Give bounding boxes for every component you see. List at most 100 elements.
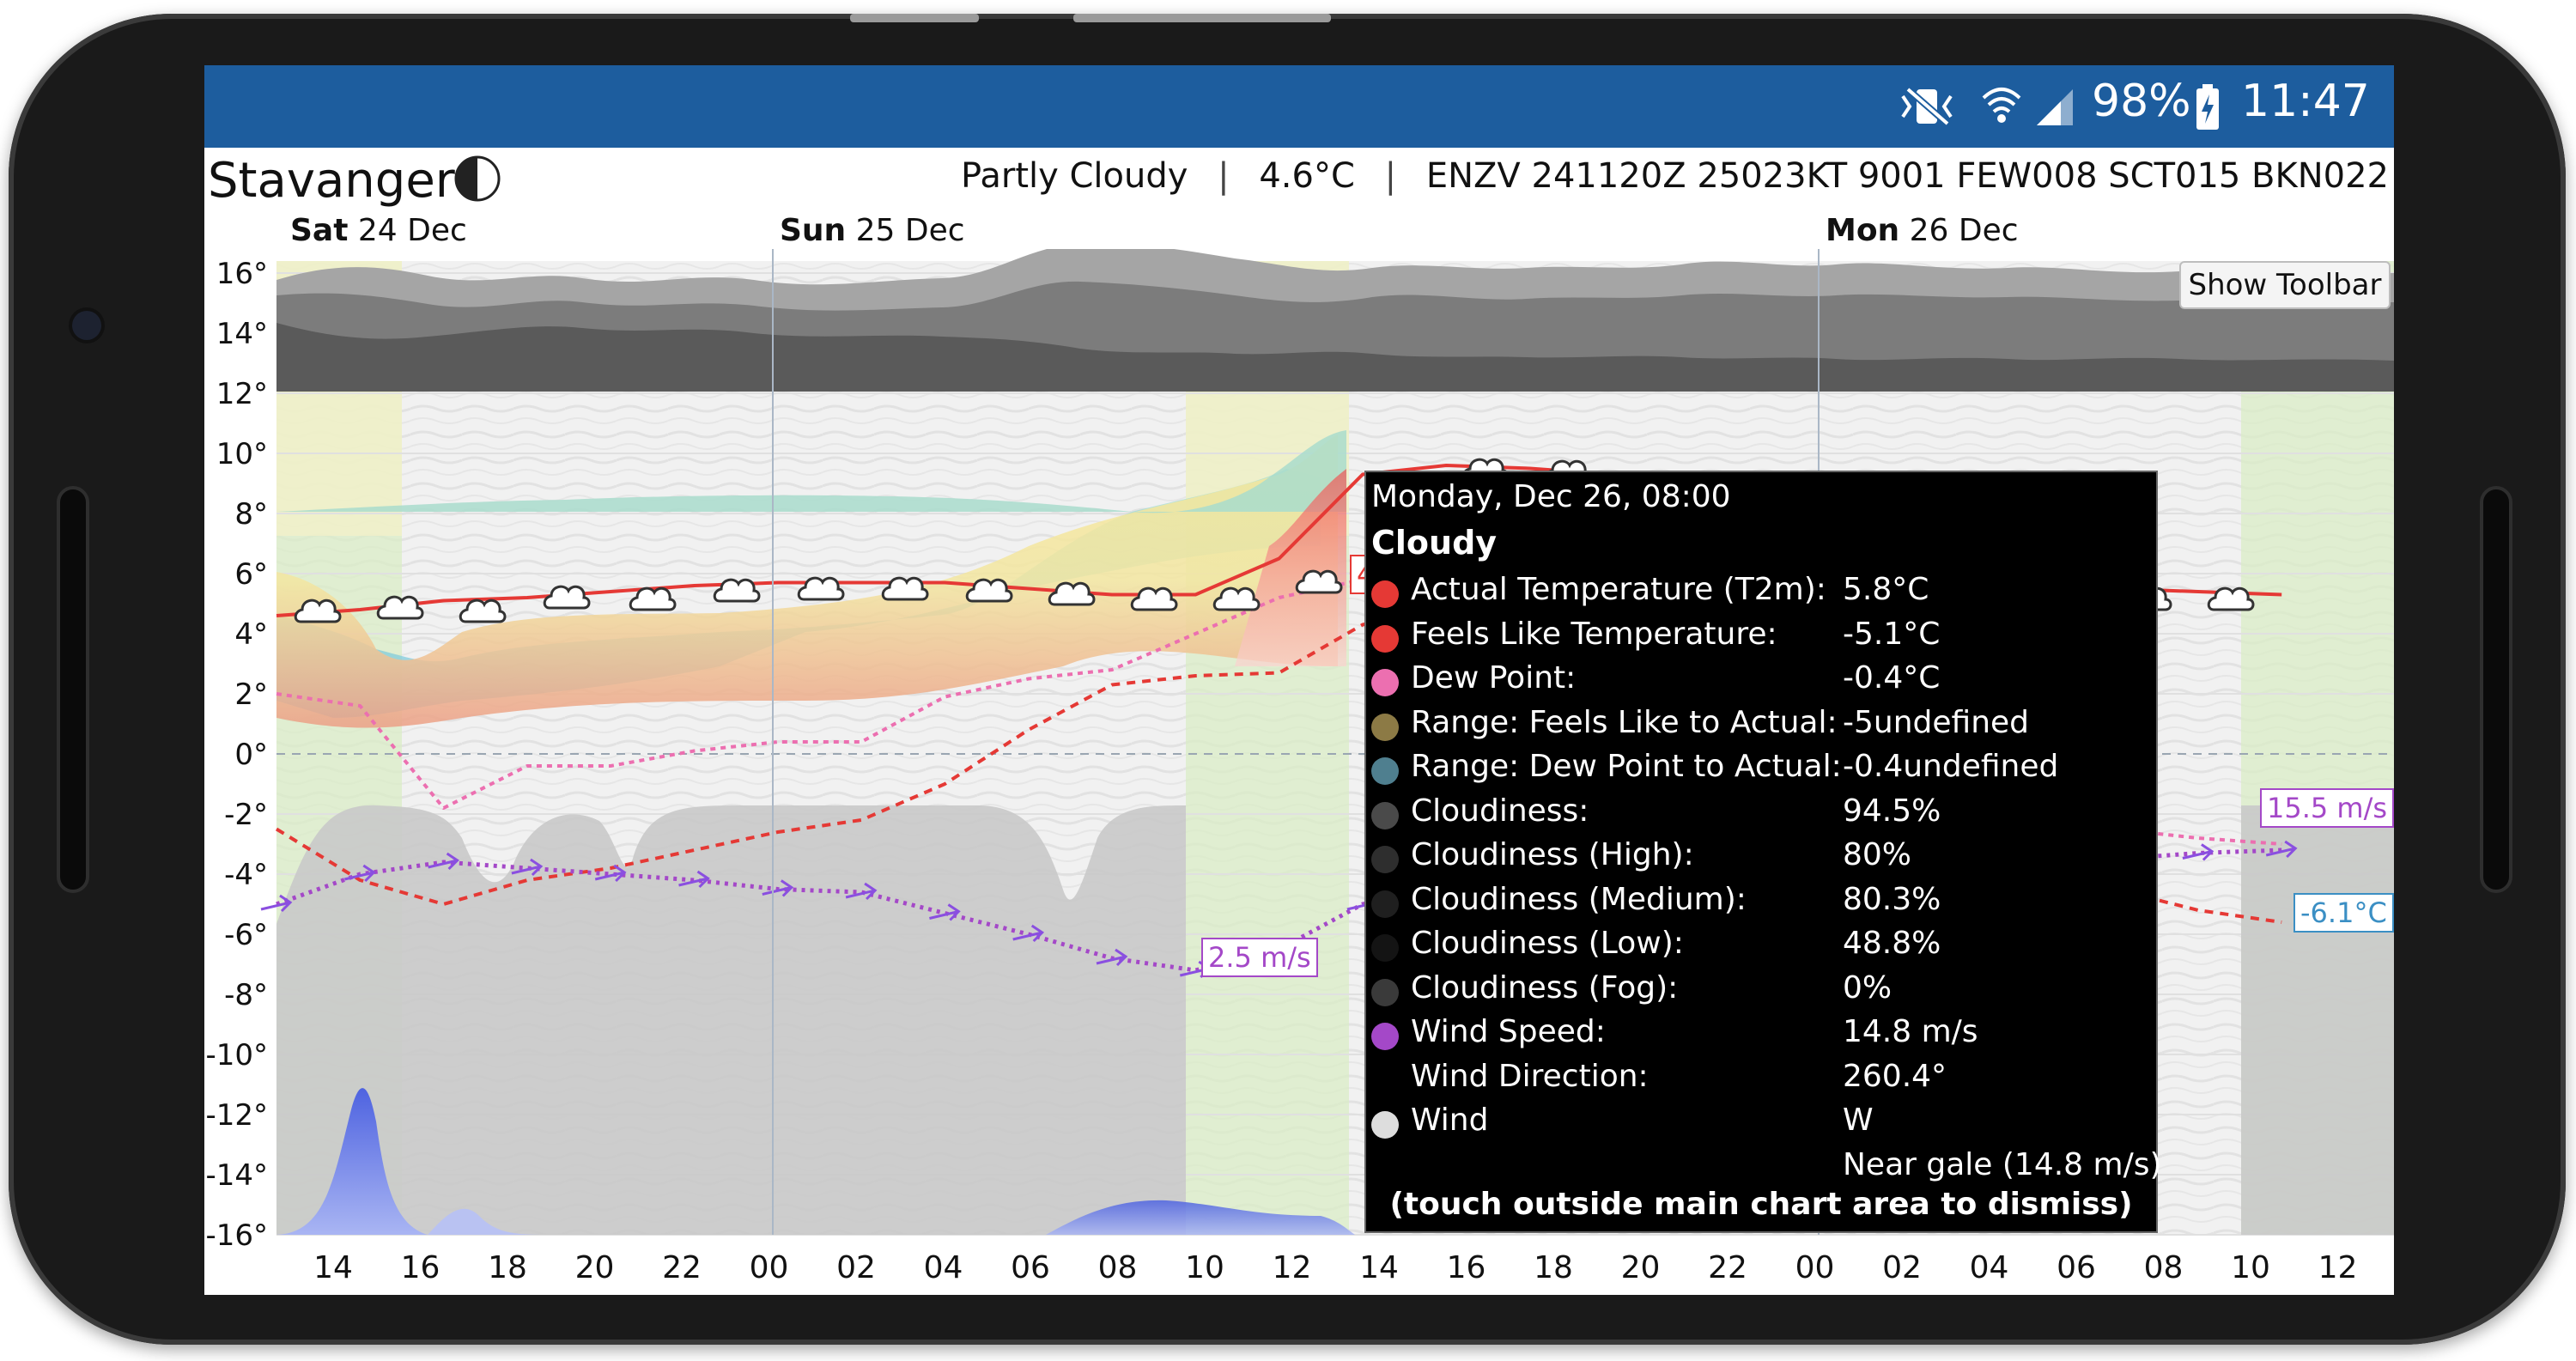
x-tick-label: 10 (1185, 1250, 1224, 1285)
wind-speed-callout: 15.5 m/s (2260, 788, 2394, 828)
y-axis: 16° 14° 12° 10° 8° 6° 4° 2° 0° -2° -4° -6° -8° -10° -1… (205, 257, 268, 1253)
legend-dot-icon (1371, 846, 1399, 873)
signal-icon (2037, 89, 2073, 125)
x-tick-label: 08 (1098, 1250, 1138, 1285)
tooltip-condition: Cloudy (1371, 524, 1498, 562)
vibrate-mute-icon (1901, 86, 1953, 127)
tooltip-value: 48.8% (1843, 926, 1941, 961)
tooltip-label: Wind (1411, 1103, 1489, 1138)
x-tick-label: 12 (2318, 1250, 2358, 1285)
x-tick-label: 06 (1011, 1250, 1050, 1285)
x-tick-label: 18 (488, 1250, 527, 1285)
tooltip-label: Cloudiness (High): (1411, 837, 1694, 872)
show-toolbar-button[interactable]: Show Toolbar (2179, 261, 2391, 309)
x-tick-label: 06 (2057, 1250, 2096, 1285)
y-tick-label: 12° (216, 377, 268, 411)
x-tick-label: 18 (1534, 1250, 1573, 1285)
x-tick-label: 00 (750, 1250, 789, 1285)
tooltip-label: Cloudiness: (1411, 793, 1589, 829)
tooltip-row: Near gale (14.8 m/s) (1371, 1147, 2162, 1192)
y-tick-label: 2° (234, 677, 268, 712)
right-speaker-slot (2480, 486, 2512, 893)
tooltip-title: Monday, Dec 26, 08:00 (1371, 479, 1731, 514)
fog-band-right (2241, 805, 2394, 1235)
tooltip-label: Cloudiness (Medium): (1411, 881, 1747, 917)
app-screen: 98% 11:47 Stavanger Partly Cloudy | 4.6°… (204, 65, 2394, 1295)
legend-dot-icon (1371, 580, 1399, 608)
tooltip-label: Dew Point: (1411, 660, 1577, 696)
moon-phase-icon (454, 155, 501, 202)
tooltip-row: Cloudiness (High): 80% (1371, 837, 2144, 882)
tooltip-value: Near gale (14.8 m/s) (1843, 1146, 2162, 1182)
y-tick-label: -16° (205, 1218, 268, 1253)
tooltip-row: Wind Direction: 260.4° (1371, 1059, 2144, 1103)
y-tick-label: 10° (216, 437, 268, 471)
tooltip-label: Cloudiness (Fog): (1411, 969, 1679, 1006)
tooltip-row: Wind Speed: 14.8 m/s (1371, 1014, 2144, 1059)
x-tick-label: 22 (662, 1250, 702, 1285)
x-tick-label: 12 (1273, 1250, 1312, 1285)
y-tick-label: -14° (205, 1158, 268, 1193)
y-tick-label: 16° (216, 257, 268, 291)
metar-text: ENZV 241120Z 25023KT 9001 FEW008 SCT015 … (1425, 156, 2389, 196)
legend-dot-icon (1371, 890, 1399, 918)
tooltip-row: Feels Like Temperature: -5.1°C (1371, 617, 2144, 661)
tooltip-value: 14.8 m/s (1843, 1014, 1978, 1049)
phone-top-button (850, 14, 979, 22)
x-tick-label: 00 (1795, 1250, 1835, 1285)
x-tick-label: 02 (836, 1250, 876, 1285)
x-tick-label: 20 (1621, 1250, 1661, 1285)
x-axis: 14 16 18 20 22 00 02 04 06 08 10 12 14 16 18 20 22 00 02 04… (313, 1250, 2357, 1285)
wifi-icon (1982, 88, 2021, 123)
forecast-header: Stavanger Partly Cloudy | 4.6°C | ENZV 2… (204, 148, 2394, 209)
y-tick-label: -12° (205, 1098, 268, 1133)
y-tick-label: -8° (224, 978, 268, 1012)
city-name[interactable]: Stavanger (208, 153, 455, 209)
tooltip-row: Cloudiness (Medium): 80.3% (1371, 882, 2144, 927)
x-tick-label: 10 (2231, 1250, 2270, 1285)
legend-dot-icon (1371, 978, 1399, 1006)
current-conditions: Partly Cloudy | 4.6°C | ENZV 241120Z 250… (961, 156, 2389, 196)
tooltip-row: Cloudiness: 94.5% (1371, 793, 2144, 838)
tooltip-value: -5.1°C (1843, 616, 1941, 652)
x-tick-label: 14 (313, 1250, 353, 1285)
x-tick-label: 14 (1359, 1250, 1399, 1285)
tooltip-dismiss-hint[interactable]: (touch outside main chart area to dismis… (1366, 1187, 2156, 1222)
day-label-sat: Sat 24 Dec (290, 213, 467, 248)
left-speaker-slot (57, 486, 89, 893)
status-bar: 98% 11:47 (204, 65, 2394, 148)
battery-charging-icon (2196, 84, 2219, 130)
tooltip-value: -0.4undefined (1843, 749, 2059, 784)
tooltip-value: 80% (1843, 837, 1912, 872)
separator: | (1218, 156, 1230, 196)
x-tick-label: 08 (2144, 1250, 2184, 1285)
data-tooltip[interactable]: Monday, Dec 26, 08:00 Cloudy Actual Temp… (1364, 471, 2162, 1233)
tooltip-label: Wind Speed: (1411, 1014, 1606, 1049)
legend-dot-icon (1371, 801, 1399, 829)
tooltip-row: Range: Feels Like to Actual: -5undefined (1371, 705, 2144, 750)
fog-band (276, 805, 1186, 1235)
x-tick-label: 20 (575, 1250, 615, 1285)
condition-text: Partly Cloudy (961, 156, 1188, 196)
tooltip-value: 5.8°C (1843, 572, 1929, 607)
x-tick-label: 16 (401, 1250, 440, 1285)
tooltip-value: 260.4° (1843, 1058, 1947, 1094)
legend-dot-icon (1371, 1111, 1399, 1139)
y-tick-label: -10° (205, 1038, 268, 1072)
tooltip-row: Wind W (1371, 1103, 2144, 1147)
y-tick-label: -2° (224, 798, 268, 832)
tooltip-value: -5undefined (1843, 704, 2030, 740)
legend-dot-icon (1371, 713, 1399, 741)
y-tick-label: 4° (234, 617, 268, 652)
current-temperature: 4.6°C (1259, 156, 1355, 196)
tooltip-label: Wind Direction: (1411, 1058, 1649, 1094)
legend-dot-icon (1371, 934, 1399, 962)
day-label-mon: Mon 26 Dec (1826, 213, 2019, 248)
x-tick-label: 02 (1882, 1250, 1922, 1285)
y-tick-label: 14° (216, 317, 268, 351)
front-camera (72, 311, 101, 340)
y-tick-label: -6° (224, 918, 268, 952)
x-tick-label: 16 (1447, 1250, 1486, 1285)
day-label-sun: Sun 25 Dec (780, 213, 965, 248)
tooltip-label: Feels Like Temperature: (1411, 616, 1777, 652)
